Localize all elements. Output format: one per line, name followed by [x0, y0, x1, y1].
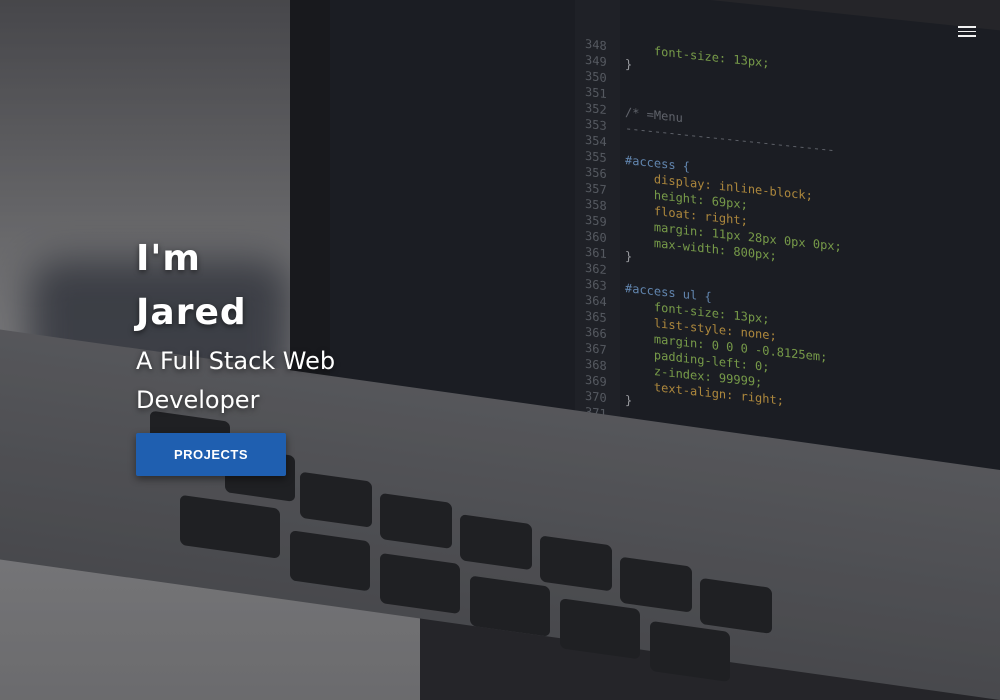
hero-section: 348 font-size: 13px; 349} 350 351 352/* =Men… [0, 0, 1000, 700]
hero-text: I'm Jared A Full Stack Web Developer [136, 232, 396, 420]
hero-tagline: A Full Stack Web Developer [136, 347, 336, 414]
projects-button[interactable]: PROJECTS [136, 433, 286, 476]
greeting-line-2: Jared [136, 292, 247, 333]
greeting-line-1: I'm [136, 238, 201, 279]
hamburger-menu-icon[interactable] [950, 20, 984, 42]
